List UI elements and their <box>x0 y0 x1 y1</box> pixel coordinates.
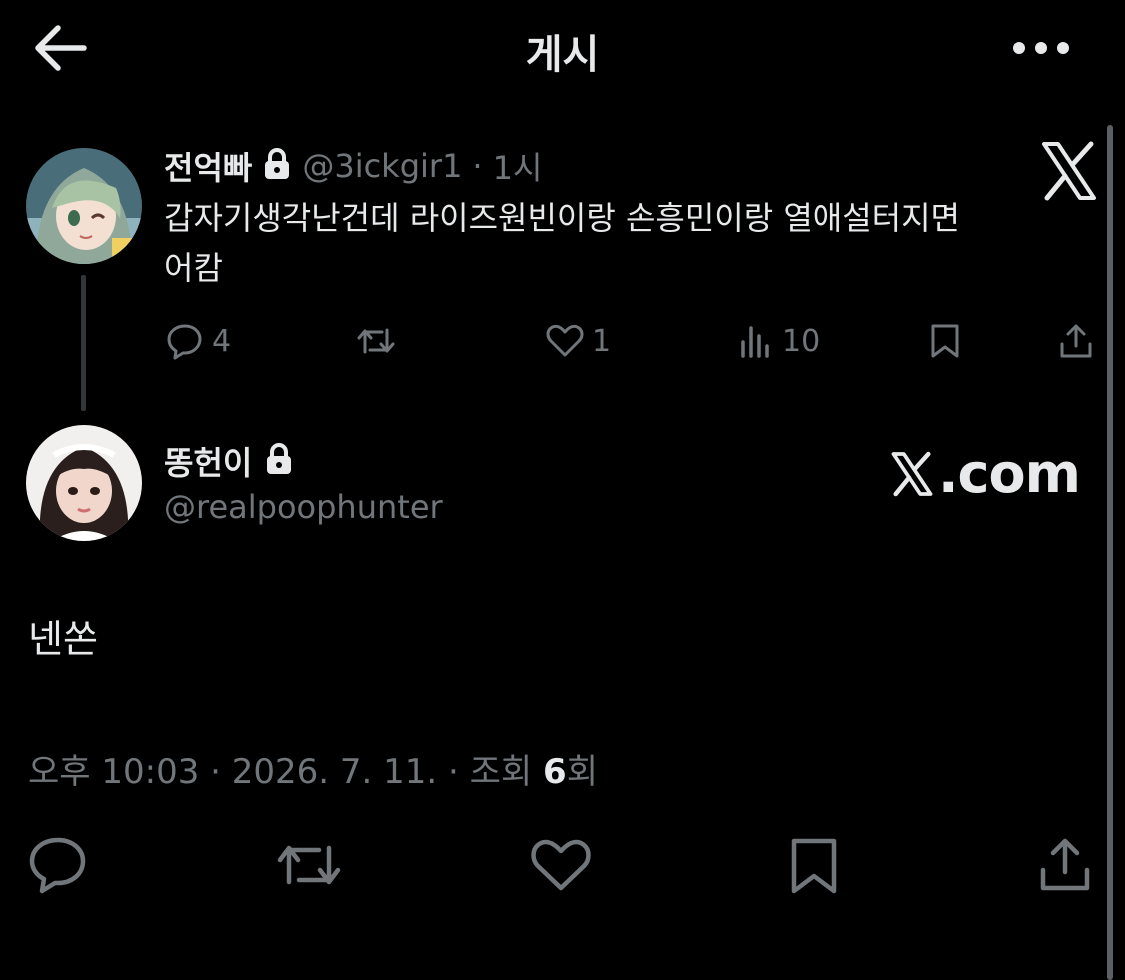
views-icon <box>741 326 769 358</box>
reply-button[interactable]: 4 <box>166 322 231 360</box>
display-name[interactable]: 전억빠 <box>164 143 252 189</box>
lock-icon <box>264 442 294 480</box>
share-icon <box>1040 838 1090 891</box>
avatar[interactable] <box>26 148 142 264</box>
more-options-icon[interactable] <box>1010 30 1072 66</box>
view-count: 6 <box>543 752 567 792</box>
views-button[interactable]: 10 <box>738 322 820 360</box>
view-count: 10 <box>782 323 821 359</box>
bookmark-icon <box>931 324 959 358</box>
repost-icon <box>277 845 341 885</box>
post-header: 전억빠 @3ickgir1 · 1시 <box>164 143 542 189</box>
post-text-line: 갑자기생각난건데 라이즈원빈이랑 손흥민이랑 열애설터지면 <box>164 199 960 237</box>
share-button[interactable] <box>1038 836 1092 898</box>
repost-icon <box>357 328 395 354</box>
repost-button[interactable] <box>356 322 396 360</box>
reply-count: 4 <box>212 323 232 359</box>
like-button[interactable] <box>530 836 592 898</box>
heart-icon <box>531 839 591 891</box>
post-meta: 오후 10:03 · 2026. 7. 11. · 조회 6회 <box>28 744 598 793</box>
reply-icon <box>29 837 86 894</box>
lock-icon <box>262 147 292 185</box>
reply-text: 넨쏜 <box>28 617 98 661</box>
thread-line <box>81 275 86 411</box>
reply-button[interactable] <box>28 836 88 898</box>
x-com-text: .com <box>938 442 1081 505</box>
heart-icon <box>546 324 584 357</box>
display-name[interactable]: 똥헌이 <box>164 438 252 484</box>
share-button[interactable] <box>1058 322 1094 360</box>
share-icon <box>1060 324 1092 358</box>
reply-header: 똥헌이 <box>164 438 294 484</box>
handle[interactable]: @realpoophunter <box>164 488 443 526</box>
separator-dot: · <box>472 147 483 185</box>
scrollbar[interactable] <box>1107 125 1113 980</box>
avatar[interactable] <box>26 425 142 541</box>
views-label: 회 <box>566 752 598 792</box>
page-title: 게시 <box>525 32 600 78</box>
like-button[interactable]: 1 <box>546 322 611 360</box>
x-com-watermark: .com <box>886 442 1081 505</box>
reply-icon <box>167 324 202 360</box>
repost-button[interactable] <box>275 836 343 898</box>
like-count: 1 <box>592 323 612 359</box>
post-time[interactable]: 1시 <box>493 143 543 189</box>
handle[interactable]: @3ickgir1 <box>302 147 462 185</box>
bookmark-button[interactable] <box>788 836 840 900</box>
bookmark-icon <box>791 838 837 894</box>
x-logo-icon <box>1040 140 1098 202</box>
post-text-line: 어캄 <box>164 249 223 287</box>
x-logo-icon <box>891 451 933 496</box>
post-text: 갑자기생각난건데 라이즈원빈이랑 손흥민이랑 열애설터지면 어캄 <box>164 193 1084 293</box>
post-timestamp[interactable]: 오후 10:03 · 2026. 7. 11. · 조회 <box>28 752 543 792</box>
bookmark-button[interactable] <box>928 322 962 360</box>
